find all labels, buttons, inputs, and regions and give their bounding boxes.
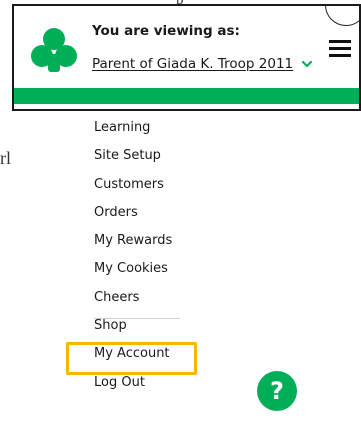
menu-item-my-cookies[interactable]: My Cookies: [94, 259, 172, 287]
cropped-text-fragment-left: rl: [0, 148, 11, 168]
cropped-circle-icon: [325, 6, 359, 26]
menu-item-log-out[interactable]: Log Out: [94, 373, 172, 401]
chevron-down-icon[interactable]: [301, 58, 313, 70]
trefoil-icon: [31, 28, 77, 72]
hamburger-icon-line: [329, 54, 351, 57]
viewing-as-label: You are viewing as:: [92, 23, 240, 39]
menu-item-customers[interactable]: Customers: [94, 175, 172, 203]
my-account-highlight: [66, 342, 197, 375]
hamburger-menu-button[interactable]: [329, 40, 351, 58]
help-button[interactable]: ?: [257, 371, 297, 411]
menu-item-learning[interactable]: Learning: [94, 118, 172, 146]
hamburger-icon-line: [329, 47, 351, 50]
menu-item-site-setup[interactable]: Site Setup: [94, 146, 172, 174]
viewing-as-header: You are viewing as: Parent of Giada K. T…: [12, 4, 361, 111]
menu-item-cheers[interactable]: Cheers: [94, 288, 172, 316]
menu-item-shop[interactable]: Shop: [94, 316, 172, 344]
viewing-as-value[interactable]: Parent of Giada K. Troop 2011: [92, 56, 293, 72]
menu-item-my-rewards[interactable]: My Rewards: [94, 231, 172, 259]
hamburger-icon-line: [329, 40, 351, 43]
brand-green-bar: [14, 88, 359, 104]
menu-item-orders[interactable]: Orders: [94, 203, 172, 231]
menu-divider: [94, 318, 180, 319]
viewing-as-select[interactable]: Parent of Giada K. Troop 2011: [92, 56, 313, 72]
